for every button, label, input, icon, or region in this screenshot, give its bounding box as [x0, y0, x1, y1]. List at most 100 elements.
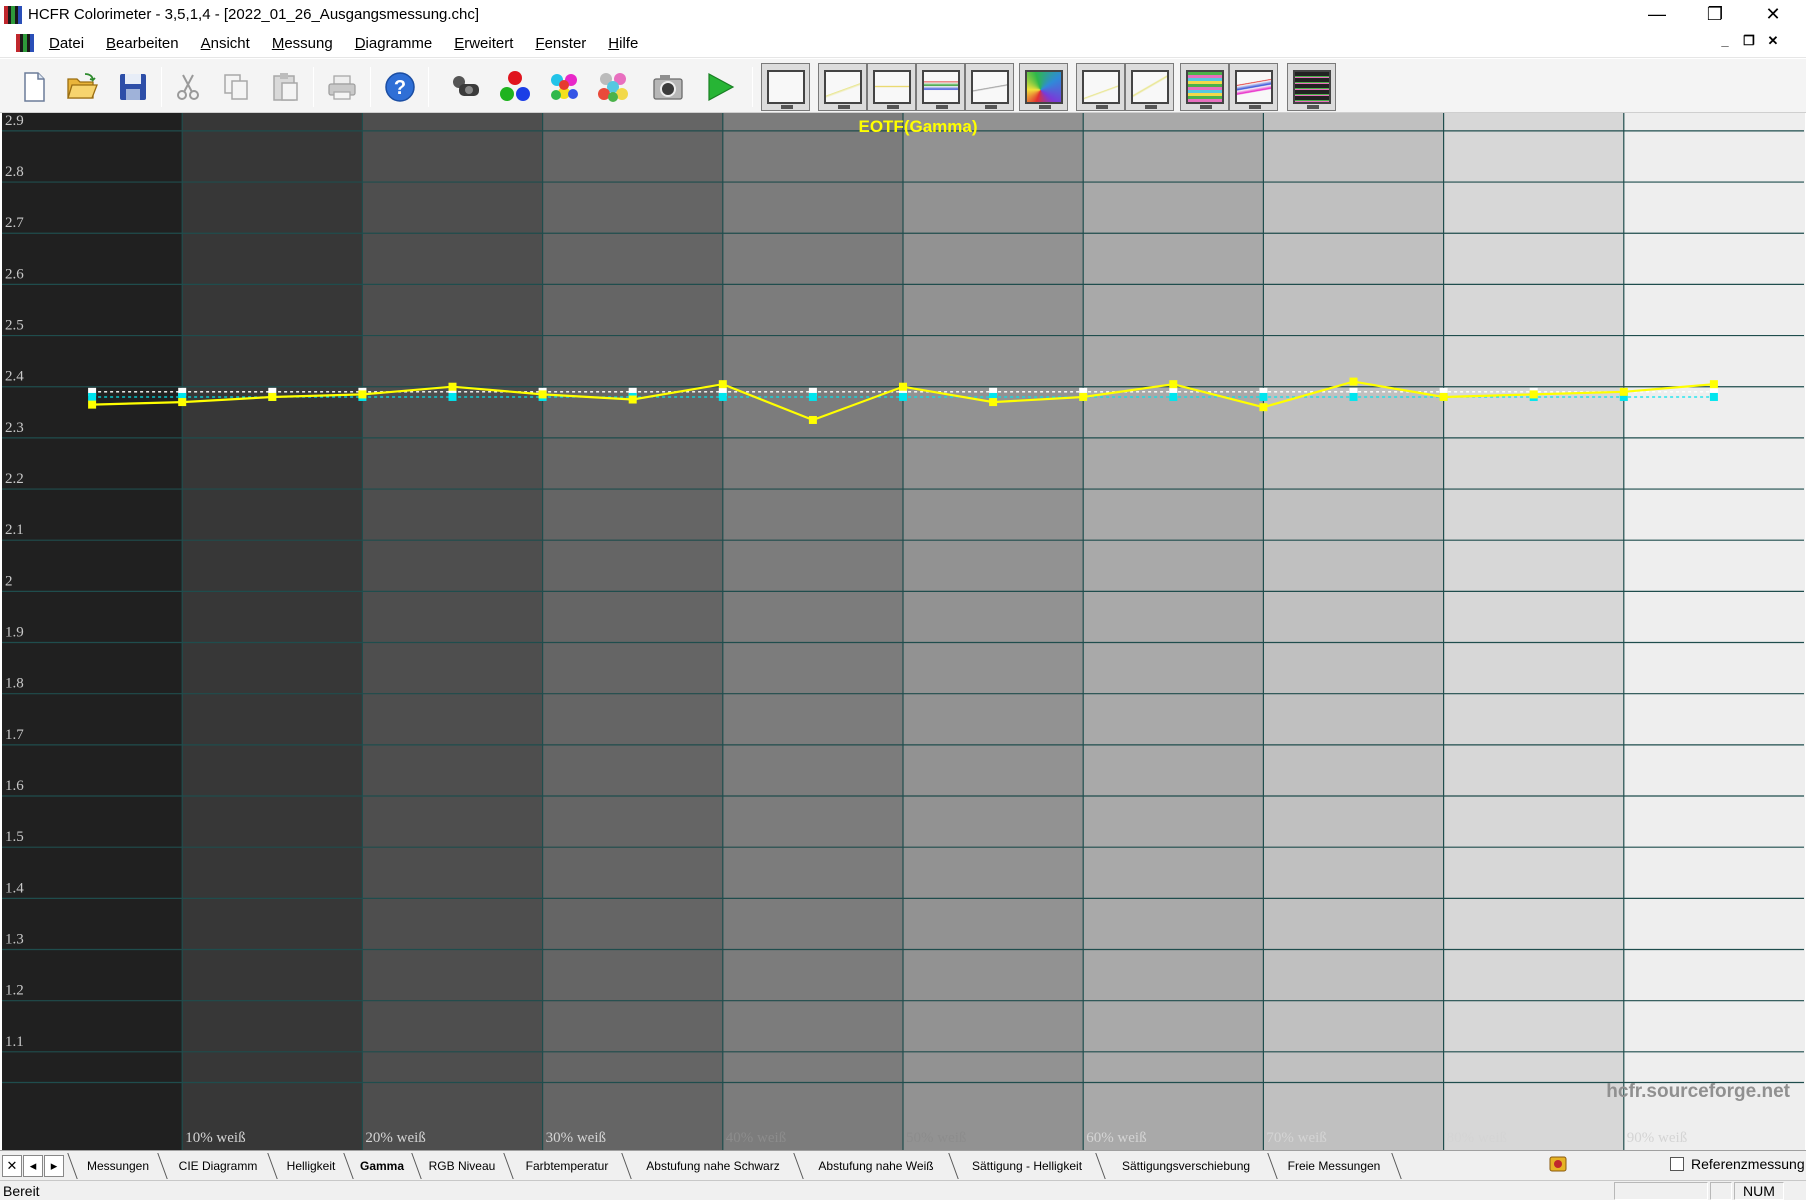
menu-bearbeiten[interactable]: Bearbeiten [95, 35, 190, 52]
tab-abstufung-nahe-weiss[interactable]: Abstufung nahe Weiß [804, 1154, 948, 1178]
y-tick-label: 2.2 [5, 471, 24, 487]
menu-datei[interactable]: Datei [38, 35, 95, 52]
new-file-icon[interactable] [14, 67, 54, 107]
data-point [808, 415, 817, 424]
status-bar: Bereit NUM [0, 1180, 1806, 1200]
tab-scroll-right-button[interactable]: ▸ [44, 1155, 64, 1177]
toolbar-separator [313, 67, 314, 107]
near-black-graph-icon[interactable] [1076, 63, 1125, 111]
mdi-close-button[interactable]: ✕ [1762, 33, 1784, 49]
minimize-button[interactable]: — [1628, 0, 1686, 29]
mdi-minimize-button[interactable]: _ [1714, 33, 1736, 48]
all-colors-icon[interactable] [593, 67, 633, 107]
tab-gamma[interactable]: Gamma [352, 1154, 412, 1178]
document-icon[interactable] [16, 34, 34, 52]
tab-abstufung-nahe-schwarz[interactable]: Abstufung nahe Schwarz [632, 1154, 794, 1178]
saturation-lum-graph-icon[interactable] [1180, 63, 1229, 111]
menu-diagramme[interactable]: Diagramme [344, 35, 444, 52]
close-view-button[interactable]: ✕ [2, 1155, 22, 1177]
print-icon[interactable] [322, 67, 362, 107]
hcfr-window: HCFR Colorimeter - 3,5,1,4 - [2022_01_26… [0, 0, 1806, 1200]
tab-freie-messungen[interactable]: Freie Messungen [1278, 1154, 1390, 1178]
colorimeter-sensor-icon[interactable] [446, 67, 486, 107]
gray-band [542, 113, 724, 1150]
rgb-levels-graph-icon[interactable] [867, 63, 916, 111]
measures-list-icon[interactable] [1287, 63, 1336, 111]
data-point [1349, 392, 1358, 401]
y-tick-label: 2.7 [5, 215, 24, 231]
gamma-graph-icon[interactable] [818, 63, 867, 111]
x-tick-label: 20% weiß [365, 1130, 425, 1146]
status-text: Bereit [3, 1183, 40, 1199]
camera-icon[interactable] [648, 67, 688, 107]
menu-erweitert[interactable]: Erweitert [443, 35, 524, 52]
x-tick-label: 40% weiß [726, 1130, 786, 1146]
secondary-colors-icon[interactable] [544, 67, 584, 107]
tab-cie-diagramm[interactable]: CIE Diagramm [168, 1154, 268, 1178]
tab-messungen[interactable]: Messungen [78, 1154, 158, 1178]
y-tick-label: 1.5 [5, 829, 24, 845]
y-tick-label: 1.9 [5, 625, 24, 641]
gamma-chart: 2.9 2.8 2.7 2.6 2.5 2.4 2.3 2.2 2.1 2 1.9 1.8 1.7 1.6… [2, 113, 1805, 1150]
toolbar-separator [161, 67, 162, 107]
data-point [808, 392, 817, 401]
gray-band [722, 113, 904, 1150]
rgb-histogram-graph-icon[interactable] [916, 63, 965, 111]
saturation-shift-graph-icon[interactable] [1229, 63, 1278, 111]
tab-saettigungsverschiebung[interactable]: Sättigungsverschiebung [1106, 1154, 1266, 1178]
data-point [718, 380, 727, 389]
open-folder-icon[interactable] [62, 67, 102, 107]
menu-hilfe[interactable]: Hilfe [597, 35, 649, 52]
gray-band [903, 113, 1085, 1150]
tab-scroll-left-button[interactable]: ◂ [23, 1155, 43, 1177]
menu-fenster[interactable]: Fenster [524, 35, 597, 52]
data-point [448, 382, 457, 391]
reference-measurement-checkbox[interactable] [1670, 1157, 1684, 1171]
rgb-primaries-icon[interactable] [495, 67, 535, 107]
x-tick-label: 10% weiß [185, 1130, 245, 1146]
data-point [628, 395, 637, 404]
cut-icon[interactable] [168, 67, 208, 107]
help-icon[interactable]: ? [380, 67, 420, 107]
cie-chart-icon[interactable] [1019, 63, 1068, 111]
menu-messung[interactable]: Messung [261, 35, 344, 52]
title-bar: HCFR Colorimeter - 3,5,1,4 - [2022_01_26… [0, 0, 1806, 29]
tab-farbtemperatur[interactable]: Farbtemperatur [514, 1154, 620, 1178]
color-temp-graph-icon[interactable] [965, 63, 1014, 111]
menu-bar: Datei Bearbeiten Ansicht Messung Diagram… [0, 29, 1806, 58]
play-icon[interactable] [700, 67, 740, 107]
app-icon[interactable] [4, 5, 22, 24]
tab-helligkeit[interactable]: Helligkeit [278, 1154, 344, 1178]
data-point [88, 392, 97, 401]
mdi-restore-button[interactable]: ❐ [1738, 33, 1760, 49]
gray-band [362, 113, 544, 1150]
toolbar-separator [428, 67, 429, 107]
tab-divider [1267, 1153, 1278, 1179]
tab-divider [793, 1153, 804, 1179]
toolbar: ? [0, 59, 1806, 113]
toolbar-separator [752, 67, 753, 107]
data-point [1529, 390, 1538, 399]
window-title: HCFR Colorimeter - 3,5,1,4 - [2022_01_26… [28, 6, 480, 23]
save-icon[interactable] [113, 67, 153, 107]
data-point [1259, 403, 1268, 412]
x-tick-label: 30% weiß [546, 1130, 606, 1146]
data-point [1169, 380, 1178, 389]
tab-rgb-niveau[interactable]: RGB Niveau [422, 1154, 502, 1178]
x-axis: 10% weiß 20% weiß 30% weiß 40% weiß 50% weiß… [185, 1130, 1687, 1146]
gray-band [1623, 113, 1805, 1150]
tab-saettigung-helligkeit[interactable]: Sättigung - Helligkeit [959, 1154, 1095, 1178]
data-point [358, 390, 367, 399]
tab-divider [503, 1153, 514, 1179]
paste-icon[interactable] [265, 67, 305, 107]
copy-icon[interactable] [216, 67, 256, 107]
y-tick-label: 2.3 [5, 420, 24, 436]
near-white-graph-icon[interactable] [1125, 63, 1174, 111]
luminance-graph-icon[interactable] [761, 63, 810, 111]
close-button[interactable]: ✕ [1744, 0, 1802, 29]
menu-ansicht[interactable]: Ansicht [190, 35, 261, 52]
maximize-button[interactable]: ❐ [1686, 0, 1744, 29]
data-point [88, 400, 97, 409]
y-tick-label: 1.3 [5, 932, 24, 948]
data-point [178, 398, 187, 407]
